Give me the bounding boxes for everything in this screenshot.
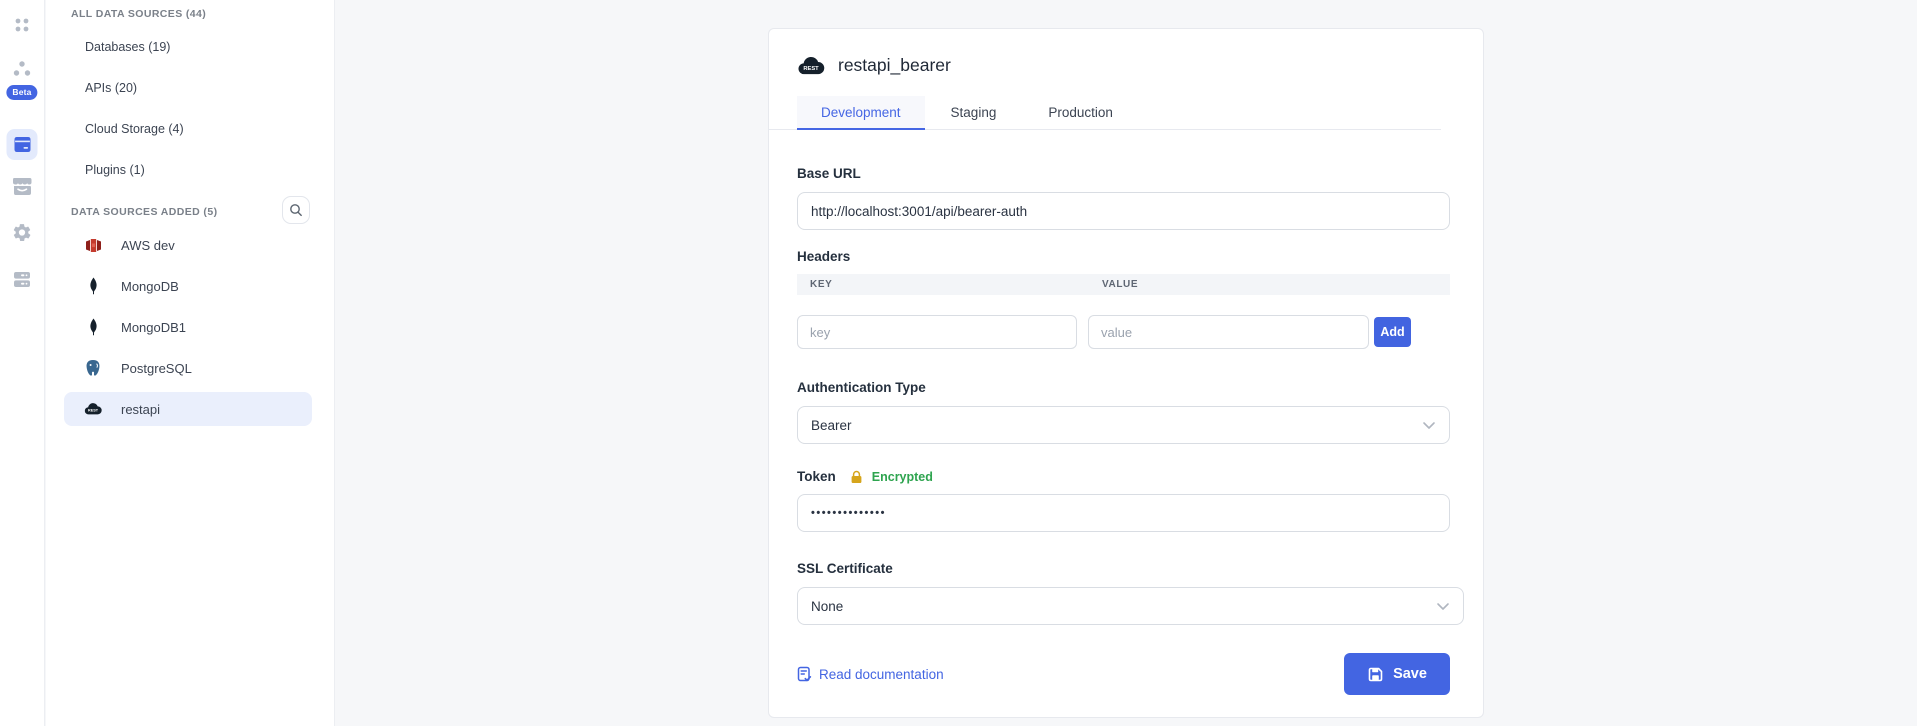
data-sources-nav-button[interactable] [7,129,38,160]
svg-text:REST: REST [88,408,99,412]
category-label: Plugins (1) [85,163,145,177]
rest-api-icon: REST [84,400,102,418]
workflows-nav-button[interactable] [12,59,33,79]
mongodb-icon [84,277,102,295]
add-header-button[interactable]: Add [1374,317,1411,347]
wallet-icon [12,136,32,153]
lock-icon [850,470,863,484]
token-input[interactable] [797,494,1450,532]
source-label: MongoDB1 [121,320,186,335]
source-label: AWS dev [121,238,175,253]
beta-badge: Beta [6,85,37,100]
gear-icon [12,222,33,243]
auth-type-label: Authentication Type [797,380,1450,395]
base-url-input[interactable] [797,192,1450,230]
base-url-label: Base URL [797,166,1450,181]
headers-table-header: KEY VALUE [797,274,1450,295]
sidebar-item-mongodb[interactable]: MongoDB [64,269,312,303]
auth-type-select[interactable]: Bearer [797,406,1450,444]
token-label: Token [797,469,836,484]
datasource-config-panel: REST restapi_bearer Development Staging … [768,28,1484,718]
header-key-input[interactable] [797,315,1077,349]
tab-staging[interactable]: Staging [925,96,1023,130]
sidebar-item-apis[interactable]: APIs (20) [46,67,334,108]
server-icon [12,270,32,289]
save-button-label: Save [1393,666,1427,682]
category-label: APIs (20) [85,81,137,95]
tab-development[interactable]: Development [797,96,925,130]
data-sources-sidebar: ALL DATA SOURCES (44) Databases (19) API… [46,0,335,726]
headers-label: Headers [797,249,1450,264]
rest-api-icon: REST [797,56,825,76]
tab-production[interactable]: Production [1022,96,1139,130]
category-label: Cloud Storage (4) [85,122,184,136]
audit-logs-nav-button[interactable] [12,270,32,289]
sidebar-item-mongodb1[interactable]: MongoDB1 [64,310,312,344]
storefront-icon [11,176,33,197]
document-check-icon [797,666,812,682]
value-column-header: VALUE [1088,279,1138,290]
key-column-header: KEY [797,279,1088,290]
sidebar-item-restapi[interactable]: REST restapi [64,392,312,426]
environment-tabs: Development Staging Production [769,96,1441,130]
datasource-form: Base URL Headers KEY VALUE Add Authentic… [797,166,1450,625]
source-label: PostgreSQL [121,361,192,376]
page-title: restapi_bearer [838,55,951,76]
source-label: restapi [121,402,160,417]
left-icon-rail: Beta [0,0,45,726]
read-documentation-link[interactable]: Read documentation [797,666,944,682]
settings-nav-button[interactable] [12,222,33,243]
save-floppy-icon [1367,666,1384,683]
category-label: Databases (19) [85,40,170,54]
all-data-sources-header: ALL DATA SOURCES (44) [46,0,334,26]
ssl-certificate-label: SSL Certificate [797,561,1450,576]
save-button[interactable]: Save [1344,653,1450,695]
sidebar-item-postgresql[interactable]: PostgreSQL [64,351,312,385]
svg-text:REST: REST [803,65,819,71]
datasource-title-row: REST restapi_bearer [797,29,1450,76]
sidebar-item-databases[interactable]: Databases (19) [46,26,334,67]
ssl-certificate-value: None [811,599,843,614]
chevron-down-icon [1436,602,1450,611]
search-button[interactable] [282,196,310,224]
sidebar-item-plugins[interactable]: Plugins (1) [46,149,334,190]
ssl-certificate-select[interactable]: None [797,587,1464,625]
encrypted-badge: Encrypted [872,470,933,484]
sidebar-item-cloud-storage[interactable]: Cloud Storage (4) [46,108,334,149]
mongodb-icon [84,318,102,336]
postgresql-icon [84,359,102,377]
header-input-row: Add [797,315,1450,349]
marketplace-nav-button[interactable] [11,176,33,197]
aws-icon [84,236,102,254]
apps-nav-button[interactable] [12,15,32,35]
source-label: MongoDB [121,279,179,294]
token-label-row: Token Encrypted [797,469,1450,484]
chevron-down-icon [1422,421,1436,430]
grid-icon [12,15,32,35]
auth-type-value: Bearer [811,418,852,433]
header-value-input[interactable] [1088,315,1369,349]
dots-cluster-icon [12,59,33,79]
sidebar-item-aws-dev[interactable]: AWS dev [64,228,312,262]
form-footer: Read documentation Save [797,653,1450,695]
read-documentation-label: Read documentation [819,667,944,682]
search-icon [289,203,303,217]
